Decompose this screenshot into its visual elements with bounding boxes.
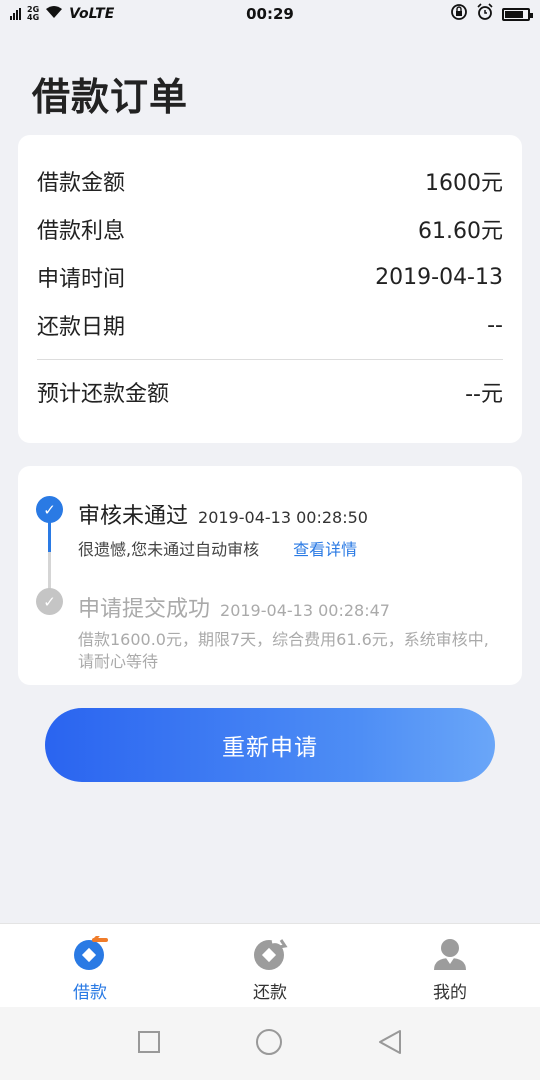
divider xyxy=(37,359,503,360)
interest-label: 借款利息 xyxy=(37,219,126,244)
repay-date-row: 还款日期 -- xyxy=(37,301,503,349)
loan-icon xyxy=(72,934,108,972)
status-bar: 2G 4G VoLTE 00:29 xyxy=(0,0,540,28)
volte-indicator: VoLTE xyxy=(69,6,115,22)
view-details-link[interactable]: 查看详情 xyxy=(293,536,357,560)
timeline-time: 2019-04-13 00:28:47 xyxy=(220,601,390,620)
timeline-time: 2019-04-13 00:28:50 xyxy=(198,508,368,527)
apply-time-label: 申请时间 xyxy=(37,267,126,292)
bottom-tab-bar: 借款 还款 我的 xyxy=(0,923,540,1007)
tab-label: 借款 xyxy=(73,983,107,1003)
repay-icon xyxy=(252,936,288,972)
interest-row: 借款利息 61.60元 xyxy=(37,205,503,253)
alarm-icon xyxy=(476,3,494,25)
home-icon[interactable] xyxy=(255,1028,283,1060)
timeline-item-submitted: 申请提交成功 2019-04-13 00:28:47 借款1600.0元，期限7… xyxy=(78,591,502,673)
status-timeline-card: ✓ ✓ 审核未通过 2019-04-13 00:28:50 很遗憾,您未通过自动… xyxy=(18,466,522,685)
est-repay-row: 预计还款金额 --元 xyxy=(37,368,503,416)
interest-value: 61.60元 xyxy=(418,219,503,244)
repay-date-value: -- xyxy=(487,312,503,338)
profile-icon xyxy=(432,936,468,972)
check-icon: ✓ xyxy=(36,496,63,523)
loan-summary-card: 借款金额 1600元 借款利息 61.60元 申请时间 2019-04-13 还… xyxy=(18,135,522,443)
tab-loan[interactable]: 借款 xyxy=(0,924,180,1007)
timeline-title: 审核未通过 xyxy=(78,504,189,529)
network-type: 2G 4G xyxy=(27,5,40,22)
system-nav-bar xyxy=(0,1007,540,1080)
timeline-desc: 借款1600.0元，期限7天，综合费用61.6元，系统审核中,请耐心等待 xyxy=(78,630,489,671)
loan-amount-label: 借款金额 xyxy=(37,171,126,196)
back-icon[interactable] xyxy=(377,1029,403,1059)
tab-repay[interactable]: 还款 xyxy=(180,924,360,1007)
signal-icon xyxy=(10,8,21,20)
recent-apps-icon[interactable] xyxy=(137,1030,161,1058)
timeline-line xyxy=(48,552,51,590)
apply-time-value: 2019-04-13 xyxy=(375,264,503,290)
timeline-desc: 很遗憾,您未通过自动审核 xyxy=(78,540,260,559)
rotation-lock-icon xyxy=(450,3,468,25)
apply-time-row: 申请时间 2019-04-13 xyxy=(37,253,503,301)
tab-label: 还款 xyxy=(253,983,287,1003)
battery-icon xyxy=(502,7,533,21)
est-repay-value: --元 xyxy=(465,382,503,407)
timeline-item-rejected: 审核未通过 2019-04-13 00:28:50 很遗憾,您未通过自动审核 查… xyxy=(78,498,502,560)
loan-amount-value: 1600元 xyxy=(425,171,503,196)
check-icon: ✓ xyxy=(36,588,63,615)
repay-date-label: 还款日期 xyxy=(37,315,126,340)
loan-amount-row: 借款金额 1600元 xyxy=(37,157,503,205)
wifi-icon xyxy=(45,5,63,23)
timeline-title: 申请提交成功 xyxy=(78,597,211,622)
timeline-line xyxy=(48,522,51,552)
tab-profile[interactable]: 我的 xyxy=(360,924,540,1007)
reapply-button[interactable]: 重新申请 xyxy=(45,708,495,782)
est-repay-label: 预计还款金额 xyxy=(37,382,170,407)
page-title: 借款订单 xyxy=(32,75,189,119)
tab-label: 我的 xyxy=(433,983,467,1003)
clock: 00:29 xyxy=(246,5,294,23)
